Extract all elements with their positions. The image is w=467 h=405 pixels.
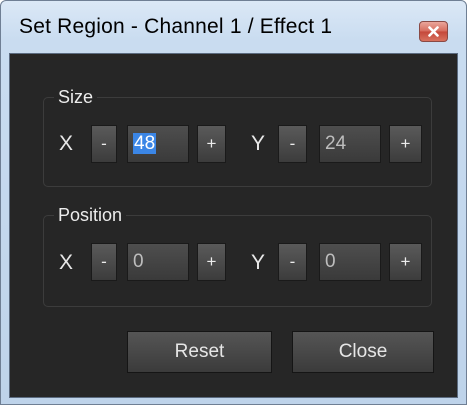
size-y-value: 24 (325, 133, 347, 154)
position-y-field[interactable]: 0 (319, 243, 381, 281)
size-y-field[interactable]: 24 (319, 125, 381, 163)
position-x-label: X (59, 251, 74, 274)
size-x-increment-button[interactable]: + (197, 125, 226, 163)
close-button[interactable]: Close (292, 331, 434, 373)
position-x-field[interactable]: 0 (127, 243, 189, 281)
size-x-decrement-button[interactable]: - (91, 125, 117, 163)
position-x-decrement-button[interactable]: - (91, 243, 117, 281)
size-y-label: Y (251, 132, 266, 155)
size-x-value: 48 (133, 133, 157, 154)
size-y-increment-button[interactable]: + (389, 125, 422, 163)
position-x-increment-button[interactable]: + (197, 243, 226, 281)
title-bar[interactable]: Set Region - Channel 1 / Effect 1 (1, 1, 466, 53)
position-x-value: 0 (133, 251, 144, 272)
position-legend: Position (54, 204, 127, 226)
window-bottom-border (1, 398, 466, 404)
dialog-window: Set Region - Channel 1 / Effect 1 Size X… (0, 0, 467, 405)
size-x-label: X (59, 132, 74, 155)
reset-button[interactable]: Reset (127, 331, 272, 373)
close-icon (428, 26, 439, 37)
size-x-field[interactable]: 48 (127, 125, 189, 163)
window-title: Set Region - Channel 1 / Effect 1 (19, 15, 333, 38)
position-y-increment-button[interactable]: + (389, 243, 422, 281)
size-legend: Size (54, 86, 98, 108)
position-y-decrement-button[interactable]: - (278, 243, 307, 281)
window-close-button[interactable] (419, 21, 448, 42)
position-y-value: 0 (325, 251, 336, 272)
position-y-label: Y (251, 251, 266, 274)
dialog-content: Size X - 48 + Y - 24 + Position X - 0 + … (9, 53, 458, 398)
size-y-decrement-button[interactable]: - (278, 125, 307, 163)
